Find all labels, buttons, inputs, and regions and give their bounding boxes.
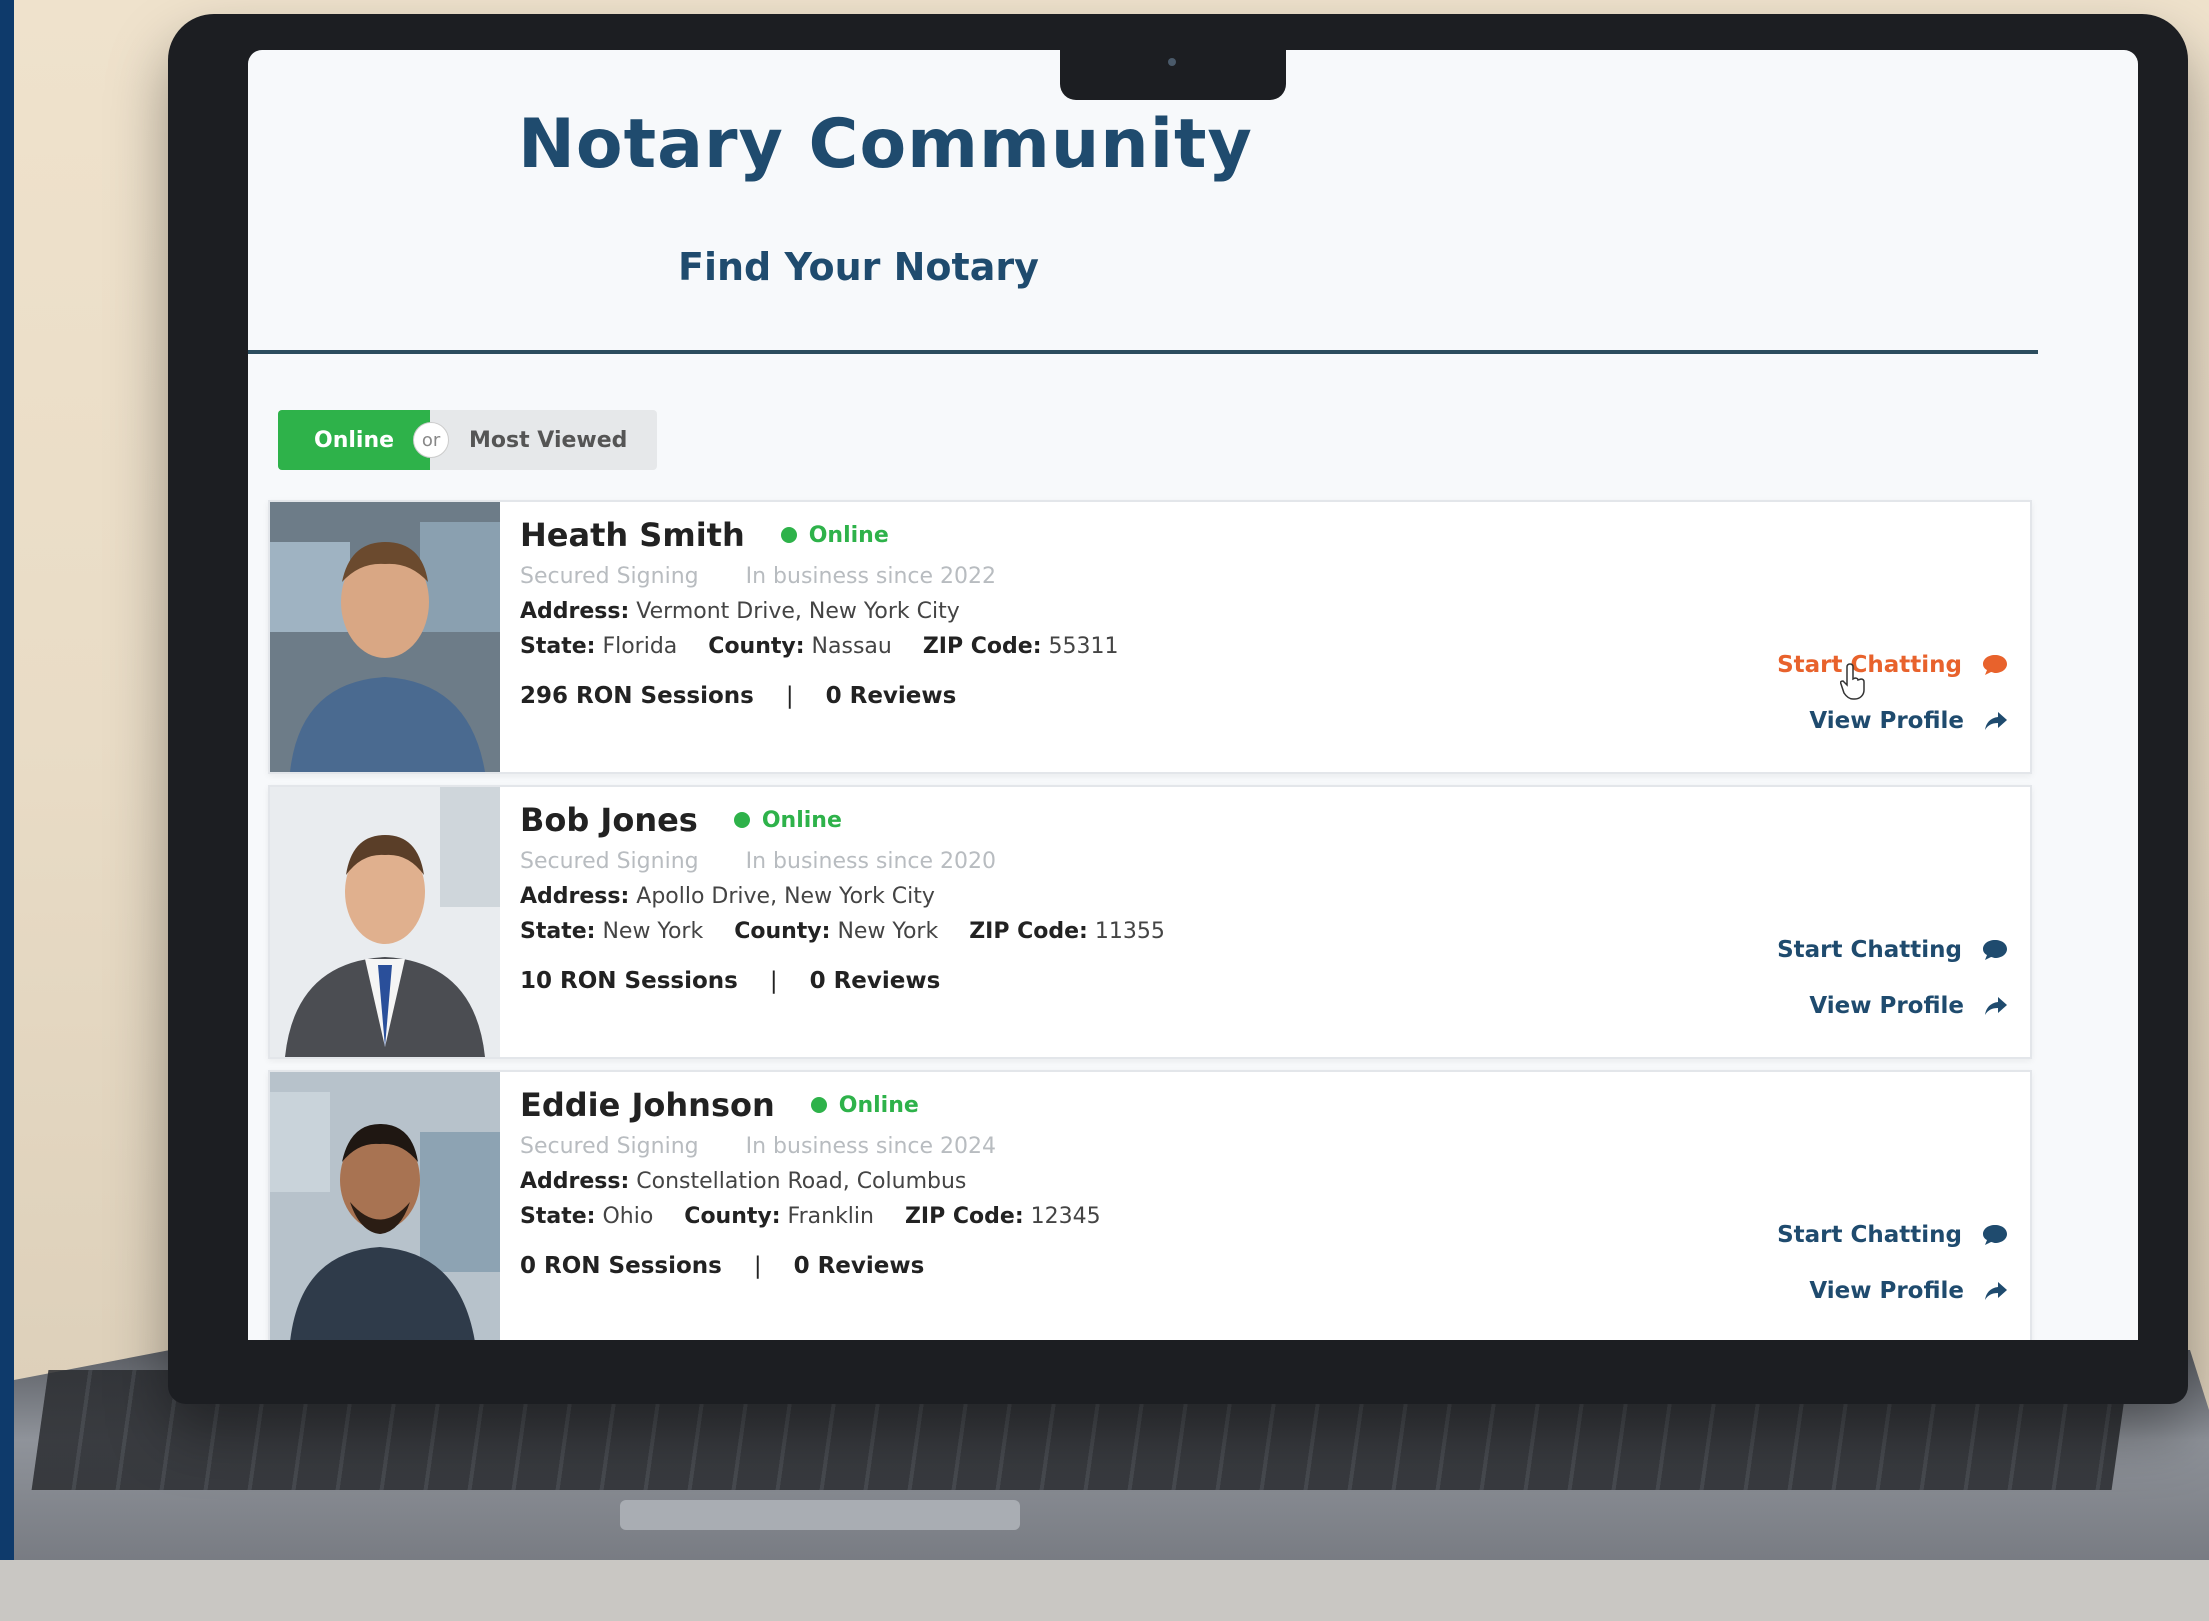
address-value: Constellation Road, Columbus (636, 1169, 967, 1194)
page-subtitle: Find Your Notary (678, 245, 1039, 289)
status-badge: Online (810, 1092, 919, 1118)
county-label: County: (734, 919, 831, 944)
hand-cursor-icon (1840, 663, 1865, 700)
side-frame (0, 0, 14, 1621)
stats-separator: | (769, 968, 778, 994)
state-value: New York (602, 919, 704, 944)
state-value: Ohio (602, 1204, 654, 1229)
chat-bubble-icon (1983, 940, 2007, 960)
service-type: Secured Signing (520, 849, 699, 874)
ron-sessions: 10 RON Sessions (520, 968, 738, 994)
business-since: In business since 2022 (745, 564, 997, 589)
start-chatting-button[interactable]: Start Chatting (1777, 937, 2008, 963)
online-dot-icon (810, 1097, 827, 1113)
state-value: Florida (602, 634, 678, 659)
address-value: Apollo Drive, New York City (636, 884, 935, 909)
status-badge: Online (733, 807, 842, 833)
zip-value: 12345 (1030, 1204, 1101, 1229)
zip-label: ZIP Code: (969, 919, 1088, 944)
view-profile-label: View Profile (1809, 1278, 1964, 1304)
business-since: In business since 2020 (745, 849, 997, 874)
status-label: Online (761, 807, 842, 833)
desk-surface (0, 1560, 2209, 1621)
reviews-count[interactable]: 0 Reviews (826, 683, 957, 709)
notary-name[interactable]: Eddie Johnson (520, 1086, 775, 1124)
notary-name[interactable]: Heath Smith (520, 516, 745, 554)
view-profile-label: View Profile (1809, 993, 1964, 1019)
ron-sessions: 0 RON Sessions (520, 1253, 722, 1279)
county-value: Nassau (811, 634, 892, 659)
state-label: State: (520, 1204, 596, 1229)
online-dot-icon (733, 812, 750, 828)
service-type: Secured Signing (520, 1134, 699, 1159)
share-arrow-icon (1985, 997, 2007, 1015)
camera-icon (1168, 58, 1176, 66)
card-actions: Start Chatting View Profile (1777, 937, 2008, 1049)
notary-info: Bob Jones Online Secured Signing In busi… (520, 801, 1165, 994)
address-label: Address: (520, 1169, 630, 1194)
notary-card: Eddie Johnson Online Secured Signing In … (268, 1070, 2032, 1340)
reviews-count[interactable]: 0 Reviews (794, 1253, 925, 1279)
service-type: Secured Signing (520, 564, 699, 589)
state-label: State: (520, 634, 596, 659)
business-since: In business since 2024 (745, 1134, 997, 1159)
app-screen: Notary Community Find Your Notary Online… (248, 50, 2138, 1340)
zip-label: ZIP Code: (922, 634, 1042, 659)
start-chatting-label: Start Chatting (1777, 1222, 1962, 1248)
county-label: County: (708, 634, 805, 659)
notary-photo (270, 1072, 500, 1340)
notary-name[interactable]: Bob Jones (520, 801, 698, 839)
start-chatting-button[interactable]: Start Chatting (1777, 1222, 2008, 1248)
share-arrow-icon (1985, 712, 2007, 730)
online-dot-icon (780, 527, 797, 543)
county-value: Franklin (787, 1204, 874, 1229)
county-label: County: (684, 1204, 781, 1229)
notary-card: Heath Smith Online Secured Signing In bu… (268, 500, 2032, 774)
view-profile-button[interactable]: View Profile (1777, 708, 2008, 734)
status-badge: Online (780, 522, 889, 548)
reviews-count[interactable]: 0 Reviews (810, 968, 941, 994)
notary-card: Bob Jones Online Secured Signing In busi… (268, 785, 2032, 1059)
address-label: Address: (520, 599, 630, 624)
state-label: State: (520, 919, 596, 944)
chat-bubble-icon (1983, 1225, 2007, 1245)
page-title: Notary Community (518, 105, 1253, 184)
camera-notch (1060, 40, 1286, 100)
view-profile-button[interactable]: View Profile (1777, 993, 2008, 1019)
status-label: Online (838, 1092, 919, 1118)
filter-toggle[interactable]: Online or Most Viewed (278, 410, 658, 470)
address-value: Vermont Drive, New York City (636, 599, 960, 624)
county-value: New York (837, 919, 939, 944)
notary-info: Heath Smith Online Secured Signing In bu… (520, 516, 1119, 709)
start-chatting-button[interactable]: Start Chatting (1777, 652, 2008, 678)
view-profile-label: View Profile (1809, 708, 1964, 734)
card-actions: Start Chatting View Profile (1777, 1222, 2008, 1334)
notary-photo (270, 502, 500, 772)
address-label: Address: (520, 884, 630, 909)
view-profile-button[interactable]: View Profile (1777, 1278, 2008, 1304)
laptop-trackpad (620, 1500, 1020, 1530)
chat-bubble-icon (1983, 655, 2007, 675)
status-label: Online (808, 522, 889, 548)
notary-photo (270, 787, 500, 1057)
zip-value: 11355 (1094, 919, 1165, 944)
header-divider (248, 350, 2038, 354)
card-actions: Start Chatting View Profile (1777, 652, 2008, 764)
share-arrow-icon (1985, 1282, 2007, 1300)
start-chatting-label: Start Chatting (1777, 937, 1962, 963)
stats-separator: | (785, 683, 794, 709)
ron-sessions: 296 RON Sessions (520, 683, 754, 709)
zip-value: 55311 (1048, 634, 1119, 659)
stats-separator: | (753, 1253, 762, 1279)
filter-or-badge: or (413, 422, 450, 458)
zip-label: ZIP Code: (904, 1204, 1024, 1229)
filter-online-button[interactable]: Online (278, 410, 431, 470)
notary-info: Eddie Johnson Online Secured Signing In … (520, 1086, 1101, 1279)
filter-most-viewed-button[interactable]: Most Viewed (449, 428, 657, 453)
